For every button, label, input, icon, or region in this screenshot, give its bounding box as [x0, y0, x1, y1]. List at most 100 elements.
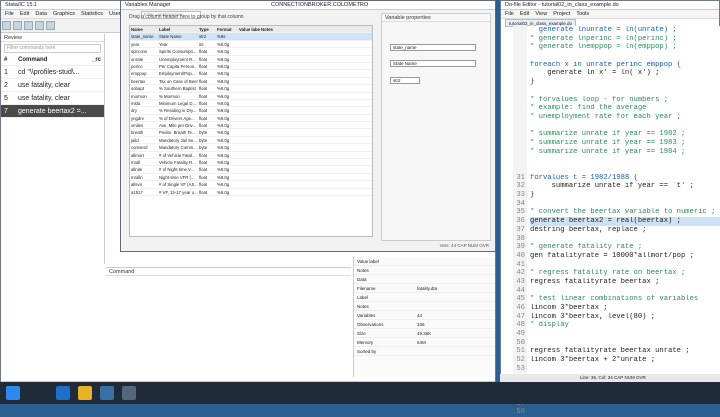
menu-item-statistics[interactable]: Statistics	[81, 11, 103, 17]
variable-row[interactable]: mralln Night-time VFR (... float %9.0g	[130, 174, 372, 182]
menu-item-project[interactable]: Project	[553, 11, 570, 17]
code-line: * convert the beertax variable to numeri…	[530, 208, 716, 217]
vm-name-field[interactable]: state_name	[390, 44, 476, 51]
variable-cell: state_name	[131, 34, 154, 40]
variable-cell: %9.0g	[217, 152, 230, 158]
variable-row[interactable]: yngdrv % of Drivers Age... float %9.0g	[130, 115, 372, 123]
variable-row[interactable]: spircons Spirits Consumpti... float %9.0g	[130, 48, 372, 56]
log-icon[interactable]	[35, 21, 44, 30]
variable-cell: float	[199, 123, 208, 129]
column-header[interactable]: Type	[198, 26, 216, 32]
variable-cell: Spirits Consumpti...	[159, 49, 197, 55]
variable-row[interactable]: mormon % Mormon float %9.0g	[130, 93, 372, 100]
variable-row[interactable]: allsvn # of Single VF (AS... float %9.0g	[130, 181, 372, 189]
variable-row[interactable]: mlda Minimum Legal D... float %9.0g	[130, 100, 372, 108]
ie-icon[interactable]	[56, 386, 70, 400]
variable-row[interactable]: state_name State Name str2 %9s	[130, 33, 372, 41]
menu-item-file[interactable]: File	[5, 11, 14, 17]
menu-item-tools[interactable]: Tools	[576, 11, 589, 17]
print-icon[interactable]	[24, 21, 33, 30]
explorer-icon[interactable]	[78, 386, 92, 400]
menu-item-view[interactable]: View	[535, 11, 547, 17]
review-row[interactable]: 7 generate beertax2 =...	[1, 105, 104, 118]
windows-start-icon[interactable]	[6, 386, 20, 400]
variable-cell: %9.0g	[217, 182, 230, 188]
variable-cell: sobapt	[131, 86, 144, 92]
variable-cell: % of Drivers Age...	[159, 115, 195, 121]
review-row[interactable]: 2 use fatality, clear	[1, 79, 104, 92]
variable-cell: float	[199, 86, 208, 92]
taskbar	[0, 382, 720, 404]
vm-type-select[interactable]: str2	[390, 77, 420, 84]
variable-row[interactable]: year Year int %9.0g	[130, 41, 372, 49]
line-number: 38	[516, 234, 525, 243]
variable-cell	[238, 166, 260, 172]
variable-cell: perinc	[131, 63, 143, 69]
line-number	[513, 104, 527, 113]
review-row[interactable]: 1 cd "\\profiles-stud\...	[1, 66, 104, 79]
variable-cell: % Southern Baptist	[159, 86, 196, 92]
variable-row[interactable]: emppop Employment/Pop... float %9.0g	[130, 70, 372, 78]
menu-item-data[interactable]: Data	[35, 11, 47, 17]
stata-icon[interactable]	[100, 386, 114, 400]
variable-cell: dry	[131, 108, 137, 114]
menu-item-graphics[interactable]: Graphics	[53, 11, 75, 17]
save-icon[interactable]	[13, 21, 22, 30]
variable-cell	[260, 48, 282, 54]
menu-item-file[interactable]: File	[505, 11, 514, 17]
menu-item-edit[interactable]: Edit	[20, 11, 29, 17]
variable-cell	[238, 174, 260, 180]
column-header[interactable]: Name	[130, 26, 158, 32]
menu-item-edit[interactable]: Edit	[520, 11, 529, 17]
variable-cell: %9.0g	[217, 71, 230, 77]
variable-row[interactable]: allmort # of Vehicle Fatal... float %9.0g	[130, 152, 372, 160]
variable-row[interactable]: a1517 # VF, 15-17 year o... float %9.0g	[130, 189, 372, 196]
variable-row[interactable]: breath Prelim. Breath Te... byte %9.0g	[130, 129, 372, 137]
variable-row[interactable]: vmiles Ave. Mile per Driv... float %9.0g	[130, 122, 372, 130]
vm-label-field[interactable]: State Name	[390, 60, 476, 67]
column-header[interactable]: Value label	[238, 26, 260, 32]
variable-cell: year	[131, 41, 140, 47]
variable-cell: %9.0g	[217, 130, 230, 136]
column-header[interactable]: Label	[158, 26, 198, 32]
column-header[interactable]: Notes	[260, 26, 282, 32]
variable-row[interactable]: comserd Mandatory Comm... byte %9.0g	[130, 144, 372, 152]
line-number	[513, 61, 527, 70]
variable-cell: mrall	[131, 160, 141, 166]
stata-window-icon[interactable]	[122, 386, 136, 400]
line-number: 36	[516, 217, 525, 226]
line-number: 33	[516, 191, 525, 200]
variable-row[interactable]: sobapt % Southern Baptist float %9.0g	[130, 85, 372, 93]
open-icon[interactable]	[2, 21, 11, 30]
line-number: 49	[516, 330, 525, 339]
review-row[interactable]: 5 use fatality, clear	[1, 92, 104, 105]
variable-row[interactable]: mrall Vehicle Fatality R... float %9.0g	[130, 159, 372, 167]
viewer-icon[interactable]	[46, 21, 55, 30]
variable-row[interactable]: dry % Residing in Dry... float %9.0g	[130, 107, 372, 115]
column-header[interactable]: Format	[216, 26, 238, 32]
review-row-number: 7	[4, 108, 8, 115]
variable-row[interactable]: jaild Mandatory Jail Se... byte %9.0g	[130, 137, 372, 145]
review-row-number: 1	[4, 69, 8, 76]
code-area[interactable]: 31 32 33 34 35 36 37 38 39 40 41 42 43 44 45 46 47 48 49 50…	[513, 26, 720, 416]
variable-row[interactable]: allnite # of Night-time V... float %9.0g	[130, 166, 372, 174]
variable-row[interactable]: unrate Unemployment R... float %9.0g	[130, 56, 372, 63]
variable-row[interactable]: beertax Tax on Case of Beer float %9.0g	[130, 78, 372, 86]
property-value: 49.36K	[417, 331, 432, 336]
variable-cell: %9.0g	[217, 160, 230, 166]
variable-cell: float	[199, 189, 208, 195]
property-value: fatality.dta	[417, 286, 438, 291]
review-search-input[interactable]: Filter commands here	[4, 44, 101, 53]
vm-properties-panel: Variable properties state_name State Nam…	[381, 13, 491, 241]
property-name: Value label	[357, 259, 379, 264]
vm-variable-grid[interactable]: Name Label Type Format Value label Notes state…	[129, 25, 373, 237]
menu-item-user[interactable]: User	[109, 11, 121, 17]
variable-cell: %9.0g	[217, 145, 230, 151]
command-input[interactable]	[106, 277, 351, 377]
variable-row[interactable]: perinc Per Capita Person... float %9.0g	[130, 63, 372, 71]
variable-cell	[238, 33, 260, 39]
